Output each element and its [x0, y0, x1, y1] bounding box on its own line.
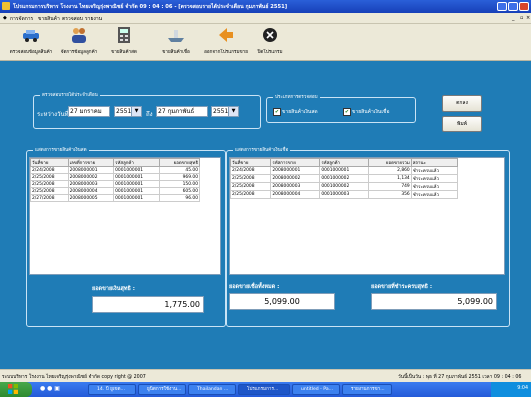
credit-sales-table: วันที่ขาย รหัสการขาย รหัสลูกค้า ยอดขายรว…	[229, 158, 459, 199]
car-icon	[23, 30, 39, 42]
table-row[interactable]: 2/27/2008 2008000005 0001000001 96.00	[30, 194, 201, 202]
window-title: โปรแกรมการบริหาร โรงงาน ไทยเจริญรุ่งพาณิ…	[13, 4, 288, 10]
table-row[interactable]: 2/25/2008 2008000003 0001000001 150.00	[30, 180, 201, 188]
from-year-select[interactable]: 2551 ▼	[114, 106, 142, 117]
taskbar: ● ● ▣ 14. ปี ยูเขต... ยูนิตการใช้งาน... …	[0, 382, 531, 397]
menu-manage[interactable]: การจัดการ	[10, 15, 33, 23]
tool-exit-sale-button[interactable]: ออกจากโปรแกรมขาย	[203, 26, 249, 56]
status-copyright: ระบบบริหาร โรงงาน ไทยเจริญรุ่งพาณิชย์ จำ…	[2, 375, 146, 380]
close-circle-icon	[263, 28, 277, 42]
taskbar-item[interactable]: Thailandan ...	[188, 384, 236, 395]
boat-icon	[168, 30, 184, 42]
cash-sales-panel-label: แสดงการขายสินค้าเงินสด	[33, 147, 89, 154]
cash-total-label: ยอดขายเงินสุทธิ :	[92, 286, 135, 292]
table-header-row: วันที่ขาย รหัสการขาย รหัสลูกค้า ยอดขายรว…	[229, 158, 459, 167]
table-row[interactable]: 2/24/2008 2008000001 0001000001 2,860 ชำระคร…	[229, 166, 459, 175]
tool-cash-sale-button[interactable]: ขายสินค้าสด	[104, 26, 144, 56]
status-bar: ระบบบริหาร โรงงาน ไทยเจริญรุ่งพาณิชย์ จำ…	[0, 369, 531, 382]
exit-icon	[219, 28, 233, 42]
credit-sales-grid[interactable]: วันที่ขาย รหัสการขาย รหัสลูกค้า ยอดขายรว…	[229, 157, 505, 275]
system-tray: 9:04	[491, 382, 531, 397]
status-datetime: วันนี้เป็นวัน : พุธ ที่ 27 กุมภาพันธ์ 25…	[398, 375, 522, 380]
taskbar-item[interactable]: รายงานการขา...	[342, 384, 392, 395]
start-button[interactable]	[0, 382, 32, 397]
calculator-icon	[118, 27, 130, 43]
check-type-group-label: ประเภทการตรวจสอบ	[273, 94, 320, 101]
range-label: ระหว่างวันที่	[37, 111, 69, 118]
menu-check[interactable]: ตรวจสอบ	[62, 15, 83, 23]
credit-sale-label: ขายสินค้าเงินเชื่อ	[352, 109, 390, 115]
cash-sale-checkbox[interactable]: ✔	[273, 108, 281, 116]
credit-all-total-field: 5,099.00	[229, 293, 335, 310]
mdi-close-icon[interactable]: ×	[526, 15, 530, 21]
cash-sales-grid[interactable]: วันที่ขาย เลขที่การขาย รหัสลูกค้า ยอดขาย…	[29, 157, 221, 275]
check-type-group: ประเภทการตรวจสอบ ✔ ขายสินค้าเงินสด ✔ ขาย…	[266, 94, 416, 123]
credit-paid-total-field: 5,099.00	[371, 293, 497, 310]
to-date-picker[interactable]: 27 กุมภาพันธ์	[156, 106, 208, 117]
mdi-minimize-icon[interactable]: _	[512, 15, 515, 21]
to-label: ถึง	[146, 111, 153, 118]
taskbar-item[interactable]: untitled - Pa...	[292, 384, 340, 395]
main-panel: ตรวจสอบรายได้ประจำเดือน ระหว่างวันที่ 27…	[0, 61, 531, 369]
users-icon	[72, 28, 86, 43]
minimize-button[interactable]	[497, 2, 507, 11]
ok-button[interactable]: ตกลง	[442, 95, 482, 112]
credit-sales-panel: แสดงการขายสินค้าเงินเชื่อ วันที่ขาย รหัส…	[226, 147, 510, 327]
cash-sales-table: วันที่ขาย เลขที่การขาย รหัสลูกค้า ยอดขาย…	[30, 158, 201, 202]
table-row[interactable]: 2/25/2008 2008000003 0001000002 749 ชำระครบแ…	[229, 182, 459, 191]
windows-logo-icon	[8, 384, 18, 394]
tool-products-button[interactable]: ตรวจสอบข้อมูลสินค้า	[6, 26, 56, 56]
chevron-down-icon[interactable]: ▼	[131, 107, 141, 116]
to-year-select[interactable]: 2551 ▼	[211, 106, 239, 117]
credit-sales-panel-label: แสดงการขายสินค้าเงินเชื่อ	[233, 147, 291, 154]
table-row[interactable]: 2/25/2008 2008000004 0001000003 356 ชำระครบแ…	[229, 190, 459, 199]
close-button[interactable]	[519, 2, 529, 11]
filter-group-label: ตรวจสอบรายได้ประจำเดือน	[40, 92, 100, 99]
cash-total-field: 1,775.00	[92, 296, 204, 313]
tool-customers-button[interactable]: จัดการข้อมูลลูกค้า	[56, 26, 102, 56]
toolbar: ตรวจสอบข้อมูลสินค้า จัดการข้อมูลลูกค้า ข…	[0, 24, 531, 61]
table-row[interactable]: 2/24/2008 2008000001 0001000001 45.00	[30, 166, 201, 174]
menu-report[interactable]: รายงาน	[85, 15, 102, 23]
tool-credit-sale-button[interactable]: ขายสินค้าเชื่อ	[156, 26, 196, 56]
filter-group: ตรวจสอบรายได้ประจำเดือน ระหว่างวันที่ 27…	[33, 92, 261, 129]
tool-close-program-button[interactable]: ปิดโปรแกรม	[252, 26, 288, 56]
taskbar-item[interactable]: ยูนิตการใช้งาน...	[138, 384, 186, 395]
table-row[interactable]: 2/25/2008 2008000002 0001000002 1,134 ชำระคร…	[229, 174, 459, 183]
maximize-button[interactable]	[508, 2, 518, 11]
taskbar-item[interactable]: 14. ปี ยูเขต...	[88, 384, 136, 395]
app-icon	[2, 2, 10, 10]
credit-paid-total-label: ยอดขายที่ชำระครบสุทธิ :	[371, 284, 433, 290]
credit-sale-checkbox[interactable]: ✔	[343, 108, 351, 116]
window-titlebar: โปรแกรมการบริหาร โรงงาน ไทยเจริญรุ่งพาณิ…	[0, 0, 531, 13]
taskbar-item-active[interactable]: โปรแกรมการ...	[238, 384, 290, 395]
print-button[interactable]: พิมพ์	[442, 116, 482, 132]
menu-sell[interactable]: ขายสินค้า	[38, 15, 60, 23]
from-date-picker[interactable]: 27 มกราคม	[68, 106, 110, 117]
menu-app-icon: ◆	[3, 15, 7, 21]
quicklaunch-icons[interactable]: ● ● ▣	[40, 385, 60, 392]
mdi-restore-icon[interactable]: ▫	[520, 15, 523, 21]
menu-bar: ◆ การจัดการ ขายสินค้า ตรวจสอบ รายงาน _ ▫…	[0, 13, 531, 24]
table-header-row: วันที่ขาย เลขที่การขาย รหัสลูกค้า ยอดขาย…	[30, 158, 201, 167]
chevron-down-icon[interactable]: ▼	[228, 107, 238, 116]
tray-clock[interactable]: 9:04	[517, 386, 528, 391]
table-row[interactable]: 2/25/2008 2008000004 0001000001 605.00	[30, 187, 201, 195]
credit-all-total-label: ยอดขายเชื่อทั้งหมด :	[229, 284, 280, 290]
cash-sales-panel: แสดงการขายสินค้าเงินสด วันที่ขาย เลขที่ก…	[26, 147, 226, 327]
table-row[interactable]: 2/25/2008 2008000002 0001000001 969.00	[30, 173, 201, 181]
cash-sale-label: ขายสินค้าเงินสด	[282, 109, 318, 115]
